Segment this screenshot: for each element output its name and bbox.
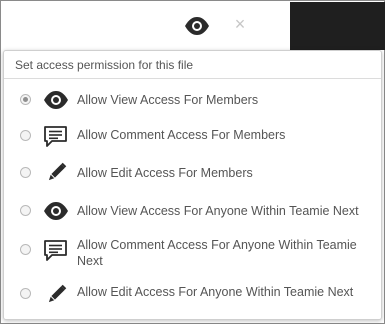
option-view-members[interactable]: Allow View Access For Members [4, 85, 381, 115]
option-comment-members[interactable]: Allow Comment Access For Members [4, 123, 381, 153]
access-permission-dropdown: Set access permission for this file Allo… [3, 50, 382, 320]
eye-icon [43, 200, 69, 224]
eye-icon[interactable] [184, 16, 210, 36]
radio-button[interactable] [20, 288, 31, 299]
comment-icon [43, 239, 69, 263]
radio-button[interactable] [20, 130, 31, 141]
option-comment-anyone[interactable]: Allow Comment Access For Anyone Within T… [4, 237, 381, 277]
option-label: Allow Comment Access For Members [77, 128, 286, 142]
dark-background-panel [290, 2, 385, 50]
radio-button[interactable] [20, 244, 31, 255]
option-edit-members[interactable]: Allow Edit Access For Members [4, 161, 381, 191]
radio-button[interactable] [20, 94, 31, 105]
window-frame: × Set access permission for this file Al… [0, 0, 385, 324]
eye-icon [43, 89, 69, 113]
pencil-icon [43, 161, 69, 185]
close-icon[interactable]: × [231, 14, 249, 34]
option-label: Allow View Access For Members [77, 93, 259, 107]
pencil-icon [43, 283, 69, 307]
option-edit-anyone[interactable]: Allow Edit Access For Anyone Within Team… [4, 281, 381, 311]
option-label: Allow Edit Access For Members [77, 166, 253, 180]
comment-icon [43, 125, 69, 149]
radio-button[interactable] [20, 167, 31, 178]
option-label: Allow Edit Access For Anyone Within Team… [77, 285, 354, 299]
option-view-anyone[interactable]: Allow View Access For Anyone Within Team… [4, 199, 381, 229]
option-label: Allow Comment Access For Anyone Within T… [77, 238, 357, 268]
radio-button[interactable] [20, 205, 31, 216]
dropdown-header: Set access permission for this file [4, 51, 381, 79]
option-label: Allow View Access For Anyone Within Team… [77, 204, 359, 218]
